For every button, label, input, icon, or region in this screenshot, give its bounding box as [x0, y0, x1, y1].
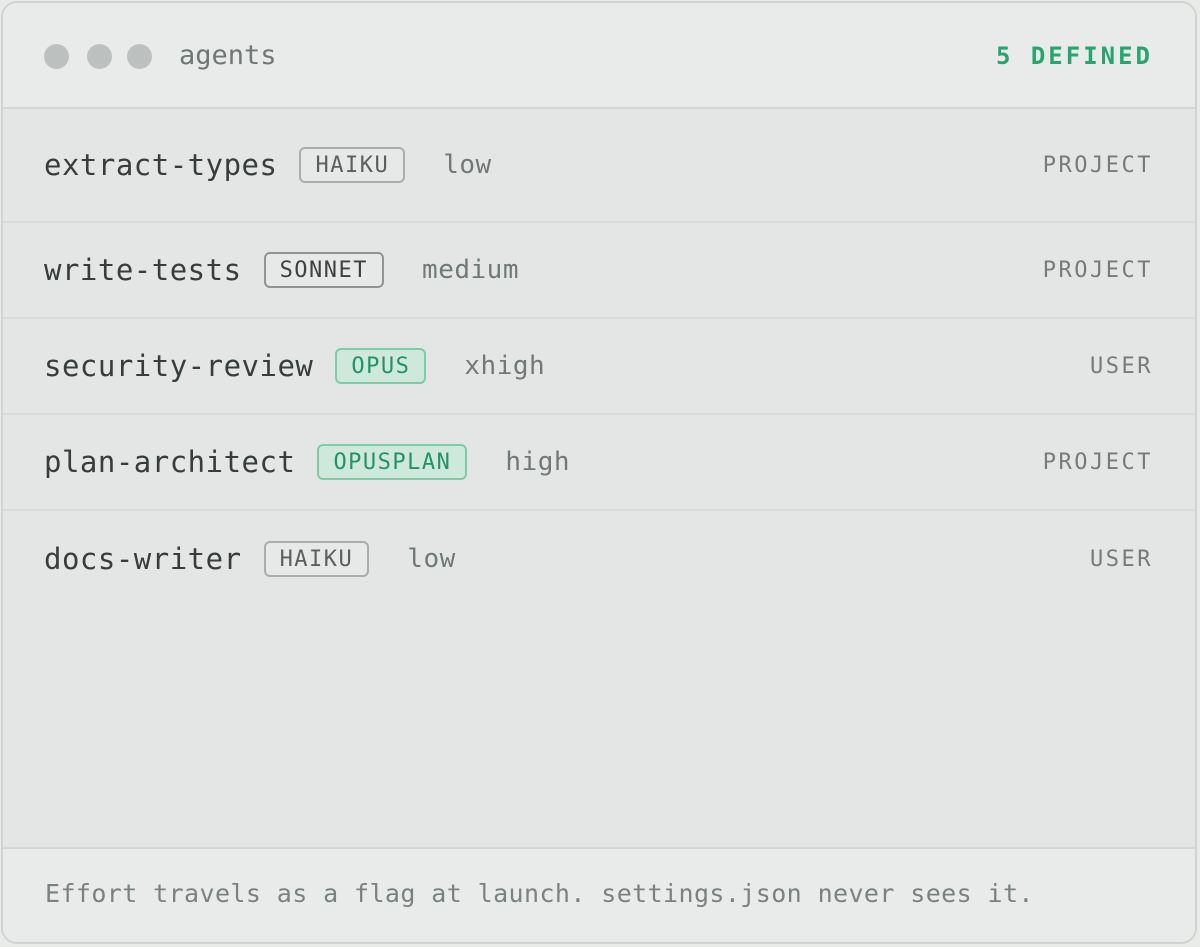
- model-badge: HAIKU: [263, 541, 370, 577]
- agent-name: docs-writer: [44, 542, 242, 576]
- title-bar: agents 5 DEFINED: [3, 3, 1195, 109]
- agent-row-extract-types[interactable]: extract-types HAIKU low PROJECT: [3, 109, 1195, 223]
- agent-name: plan-architect: [44, 445, 296, 479]
- scope-label: USER: [1090, 546, 1153, 572]
- agent-name: security-review: [44, 349, 314, 383]
- scope-label: PROJECT: [1042, 449, 1153, 475]
- effort-level: low: [407, 544, 456, 574]
- model-badge: SONNET: [263, 252, 385, 288]
- window-maximize-dot[interactable]: [127, 44, 152, 69]
- effort-level: xhigh: [464, 351, 546, 381]
- agent-count-badge: 5 DEFINED: [995, 42, 1153, 70]
- window-title: agents: [179, 40, 277, 71]
- footer-note: Effort travels as a flag at launch. sett…: [45, 879, 1034, 908]
- agent-row-security-review[interactable]: security-review OPUS xhigh USER: [3, 319, 1195, 415]
- agent-row-plan-architect[interactable]: plan-architect OPUSPLAN high PROJECT: [3, 415, 1195, 511]
- scope-label: PROJECT: [1042, 257, 1153, 283]
- footer-bar: Effort travels as a flag at launch. sett…: [3, 847, 1195, 942]
- effort-level: high: [505, 447, 571, 477]
- window-close-dot[interactable]: [44, 44, 69, 69]
- model-badge: OPUS: [335, 348, 427, 384]
- effort-level: low: [443, 150, 492, 180]
- agent-row-write-tests[interactable]: write-tests SONNET medium PROJECT: [3, 223, 1195, 319]
- effort-level: medium: [422, 255, 519, 285]
- agent-name: write-tests: [44, 253, 242, 287]
- scope-label: PROJECT: [1042, 152, 1153, 178]
- agent-list: extract-types HAIKU low PROJECT write-te…: [3, 109, 1195, 607]
- agent-name: extract-types: [44, 148, 278, 182]
- agent-row-docs-writer[interactable]: docs-writer HAIKU low USER: [3, 511, 1195, 607]
- model-badge: OPUSPLAN: [317, 444, 468, 480]
- scope-label: USER: [1090, 353, 1153, 379]
- agents-window: agents 5 DEFINED extract-types HAIKU low…: [1, 1, 1197, 944]
- model-badge: HAIKU: [299, 147, 406, 183]
- window-minimize-dot[interactable]: [87, 44, 112, 69]
